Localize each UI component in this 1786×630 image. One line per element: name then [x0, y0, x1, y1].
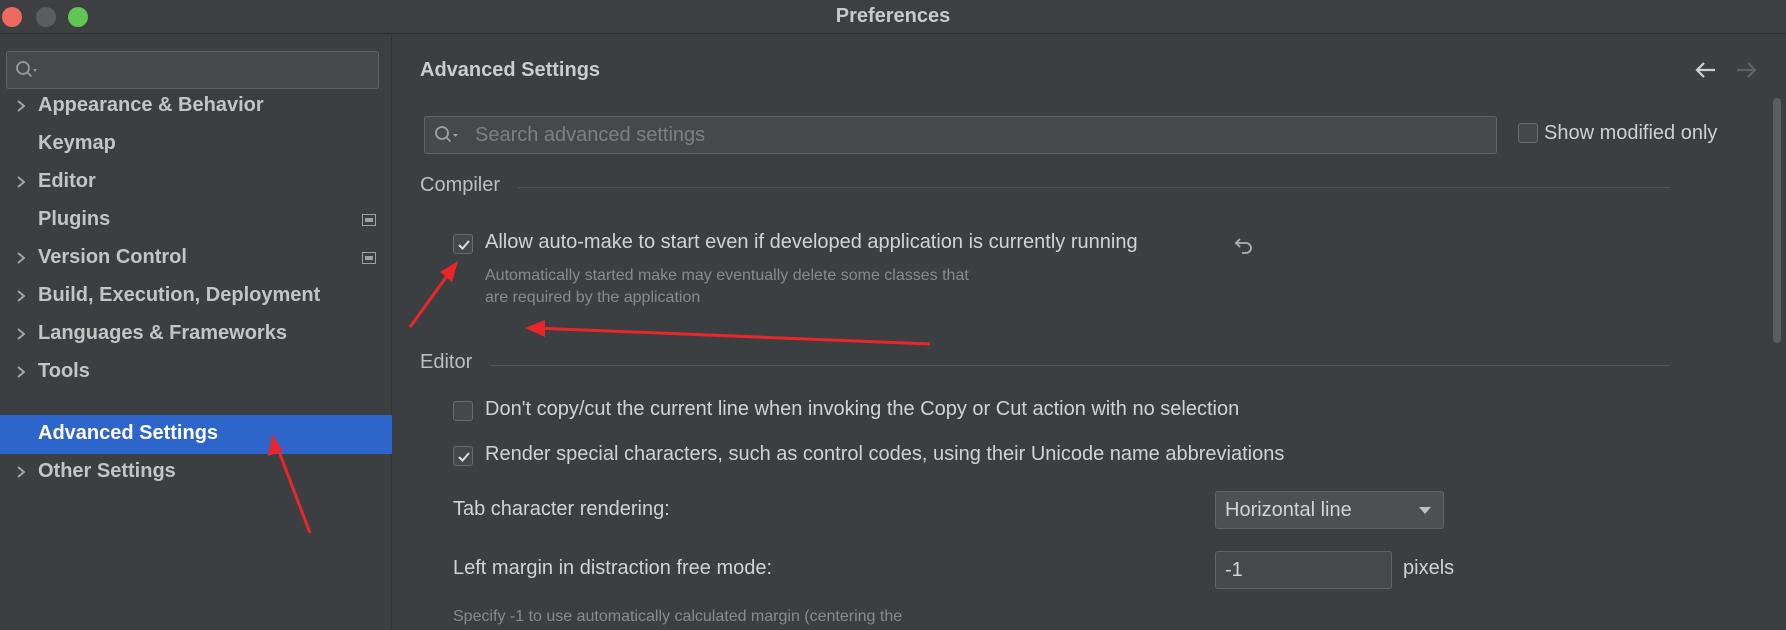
- sidebar-item-label: Plugins: [38, 208, 111, 230]
- left-margin-label: Left margin in distraction free mode:: [453, 557, 773, 579]
- preferences-window: Preferences Appearance & Behavior Keymap…: [0, 0, 1786, 630]
- allow-auto-make-label: Allow auto-make to start even if develop…: [485, 231, 1138, 253]
- project-settings-icon: [362, 252, 376, 264]
- checkmark-icon: [458, 240, 470, 250]
- sidebar-item-editor[interactable]: Editor: [0, 163, 392, 202]
- sidebar-item-label: Editor: [38, 170, 96, 192]
- sidebar-item-label: Version Control: [38, 246, 187, 268]
- chevron-down-icon: [1419, 507, 1431, 514]
- checkmark-icon: [458, 452, 470, 462]
- chevron-right-icon: [17, 290, 26, 302]
- page-title: Advanced Settings: [420, 59, 601, 81]
- section-editor-label: Editor: [420, 351, 473, 373]
- allow-auto-make-checkbox[interactable]: [453, 234, 473, 254]
- sidebar-item-version-control[interactable]: Version Control: [0, 239, 392, 278]
- left-margin-input[interactable]: [1215, 551, 1392, 589]
- project-settings-icon: [362, 214, 376, 226]
- sidebar-item-label: Keymap: [38, 132, 116, 154]
- tab-rendering-dropdown[interactable]: Horizontal line: [1215, 491, 1444, 529]
- sidebar-item-label: Other Settings: [38, 460, 176, 482]
- arrow-left-icon[interactable]: [1693, 57, 1719, 83]
- dont-copy-cut-checkbox[interactable]: [453, 401, 473, 421]
- sidebar-item-other-settings[interactable]: Other Settings: [0, 453, 392, 492]
- reset-icon[interactable]: [1233, 233, 1255, 255]
- sidebar-item-appearance-behavior[interactable]: Appearance & Behavior: [0, 87, 392, 126]
- search-icon: [435, 126, 458, 143]
- sidebar-item-label: Languages & Frameworks: [38, 322, 287, 344]
- render-special-chars-label: Render special characters, such as contr…: [485, 443, 1285, 465]
- allow-auto-make-description: are required by the application: [485, 289, 701, 306]
- section-compiler-label: Compiler: [420, 174, 501, 196]
- sidebar-item-build-execution-deployment[interactable]: Build, Execution, Deployment: [0, 277, 392, 316]
- search-input[interactable]: [475, 123, 1475, 147]
- tab-rendering-label: Tab character rendering:: [453, 498, 670, 520]
- allow-auto-make-description: Automatically started make may eventuall…: [485, 267, 969, 284]
- arrow-right-icon[interactable]: [1733, 57, 1759, 83]
- tab-rendering-value: Horizontal line: [1225, 499, 1352, 521]
- vertical-scrollbar[interactable]: [1773, 98, 1781, 343]
- window-title: Preferences: [835, 5, 951, 27]
- title-bar: Preferences: [0, 0, 1786, 34]
- search-icon: [16, 61, 37, 78]
- sidebar-item-keymap[interactable]: Keymap: [0, 125, 392, 164]
- sidebar-item-label: Tools: [38, 360, 90, 382]
- sidebar-item-tools[interactable]: Tools: [0, 353, 392, 392]
- chevron-right-icon: [17, 466, 26, 478]
- chevron-right-icon: [17, 100, 26, 112]
- sidebar-item-label: Advanced Settings: [38, 422, 219, 444]
- chevron-right-icon: [17, 328, 26, 340]
- show-modified-only-checkbox[interactable]: [1518, 123, 1538, 143]
- sidebar-item-label: Appearance & Behavior: [38, 94, 264, 116]
- sidebar-item-label: Build, Execution, Deployment: [38, 284, 321, 306]
- dont-copy-cut-label: Don't copy/cut the current line when inv…: [485, 398, 1240, 420]
- show-modified-only-label: Show modified only: [1544, 122, 1718, 144]
- section-divider: [490, 365, 1670, 366]
- sidebar: Appearance & Behavior Keymap Editor Plug…: [0, 35, 392, 630]
- advanced-settings-search[interactable]: [424, 116, 1497, 154]
- sidebar-item-languages-frameworks[interactable]: Languages & Frameworks: [0, 315, 392, 354]
- section-divider: [518, 187, 1670, 188]
- sidebar-item-advanced-settings[interactable]: Advanced Settings: [0, 415, 392, 454]
- chevron-right-icon: [17, 176, 26, 188]
- chevron-right-icon: [17, 252, 26, 264]
- sidebar-search-input[interactable]: [6, 51, 379, 89]
- sidebar-item-plugins[interactable]: Plugins: [0, 201, 392, 240]
- left-margin-unit: pixels: [1403, 557, 1455, 579]
- settings-panel: Advanced Settings Show modified only Com…: [393, 35, 1786, 630]
- render-special-chars-checkbox[interactable]: [453, 446, 473, 466]
- left-margin-description: Specify -1 to use automatically calculat…: [453, 608, 903, 625]
- chevron-right-icon: [17, 366, 26, 378]
